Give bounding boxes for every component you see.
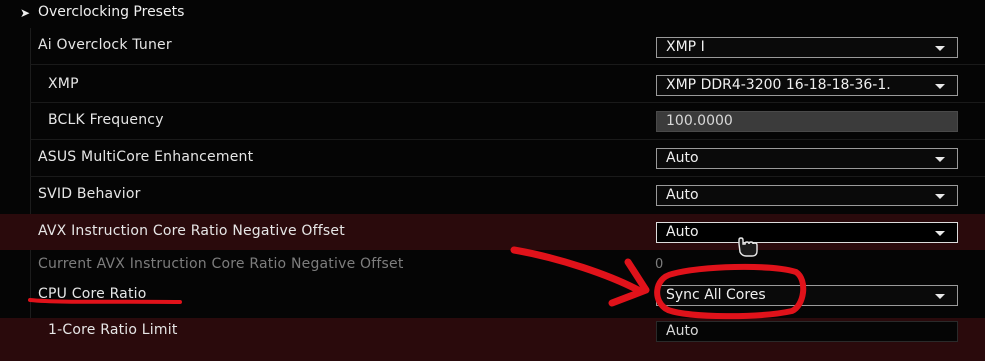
- xmp-dropdown[interactable]: XMP DDR4-3200 16-18-18-36-1.: [656, 75, 958, 96]
- hand-pointer-icon: [738, 237, 758, 257]
- read-only-value: 0: [655, 257, 664, 272]
- core-ratio-limit-field[interactable]: Auto: [656, 321, 958, 342]
- divider: [30, 176, 985, 177]
- setting-label: XMP: [48, 76, 79, 92]
- setting-label: ASUS MultiCore Enhancement: [38, 149, 254, 165]
- dropdown-value: Sync All Cores: [666, 287, 766, 303]
- divider: [30, 64, 985, 65]
- setting-label: SVID Behavior: [38, 186, 141, 202]
- dropdown-value: Auto: [666, 187, 699, 203]
- caret-down-icon: [935, 157, 945, 162]
- setting-row-xmp[interactable]: XMP XMP DDR4-3200 16-18-18-36-1.: [0, 67, 985, 101]
- setting-row-multicore-enhancement[interactable]: ASUS MultiCore Enhancement Auto: [0, 141, 985, 175]
- setting-row-current-avx-offset: Current AVX Instruction Core Ratio Negat…: [0, 252, 985, 278]
- setting-label: 1-Core Ratio Limit: [48, 322, 178, 338]
- svid-behavior-dropdown[interactable]: Auto: [656, 185, 958, 206]
- setting-label: Current AVX Instruction Core Ratio Negat…: [38, 256, 404, 272]
- cpu-core-ratio-dropdown[interactable]: Sync All Cores: [656, 285, 958, 306]
- dropdown-value: XMP I: [666, 39, 705, 55]
- caret-down-icon: [935, 294, 945, 299]
- dropdown-value: Auto: [666, 224, 699, 240]
- setting-label: Ai Overclock Tuner: [38, 37, 172, 53]
- setting-row-cpu-core-ratio[interactable]: CPU Core Ratio Sync All Cores: [0, 280, 985, 316]
- setting-row-ai-overclock-tuner[interactable]: Ai Overclock Tuner XMP I: [0, 30, 985, 64]
- setting-row-svid-behavior[interactable]: SVID Behavior Auto: [0, 178, 985, 212]
- dropdown-value: Auto: [666, 150, 699, 166]
- ai-overclock-tuner-dropdown[interactable]: XMP I: [656, 37, 958, 58]
- bclk-frequency-field[interactable]: 100.0000: [656, 111, 958, 132]
- divider: [30, 102, 985, 103]
- setting-row-bclk-frequency[interactable]: BCLK Frequency 100.0000: [0, 104, 985, 138]
- arrow-right-icon: ➤: [20, 6, 31, 20]
- field-value: 100.0000: [666, 113, 733, 129]
- divider: [30, 139, 985, 140]
- dropdown-value: XMP DDR4-3200 16-18-18-36-1.: [666, 77, 891, 93]
- setting-row-1-core-ratio-limit[interactable]: 1-Core Ratio Limit Auto: [0, 318, 985, 361]
- caret-down-icon: [935, 84, 945, 89]
- multicore-enhancement-dropdown[interactable]: Auto: [656, 148, 958, 169]
- setting-label: BCLK Frequency: [48, 112, 164, 128]
- bios-settings-panel: ➤ Overclocking Presets Ai Overclock Tune…: [0, 0, 985, 361]
- setting-row-avx-offset[interactable]: AVX Instruction Core Ratio Negative Offs…: [0, 214, 985, 250]
- section-title[interactable]: Overclocking Presets: [38, 4, 184, 20]
- caret-down-icon: [935, 46, 945, 51]
- caret-down-icon: [935, 231, 945, 236]
- setting-label: AVX Instruction Core Ratio Negative Offs…: [38, 223, 345, 239]
- avx-offset-dropdown[interactable]: Auto: [656, 222, 958, 243]
- setting-label: CPU Core Ratio: [38, 286, 147, 302]
- field-value: Auto: [666, 323, 699, 339]
- caret-down-icon: [935, 194, 945, 199]
